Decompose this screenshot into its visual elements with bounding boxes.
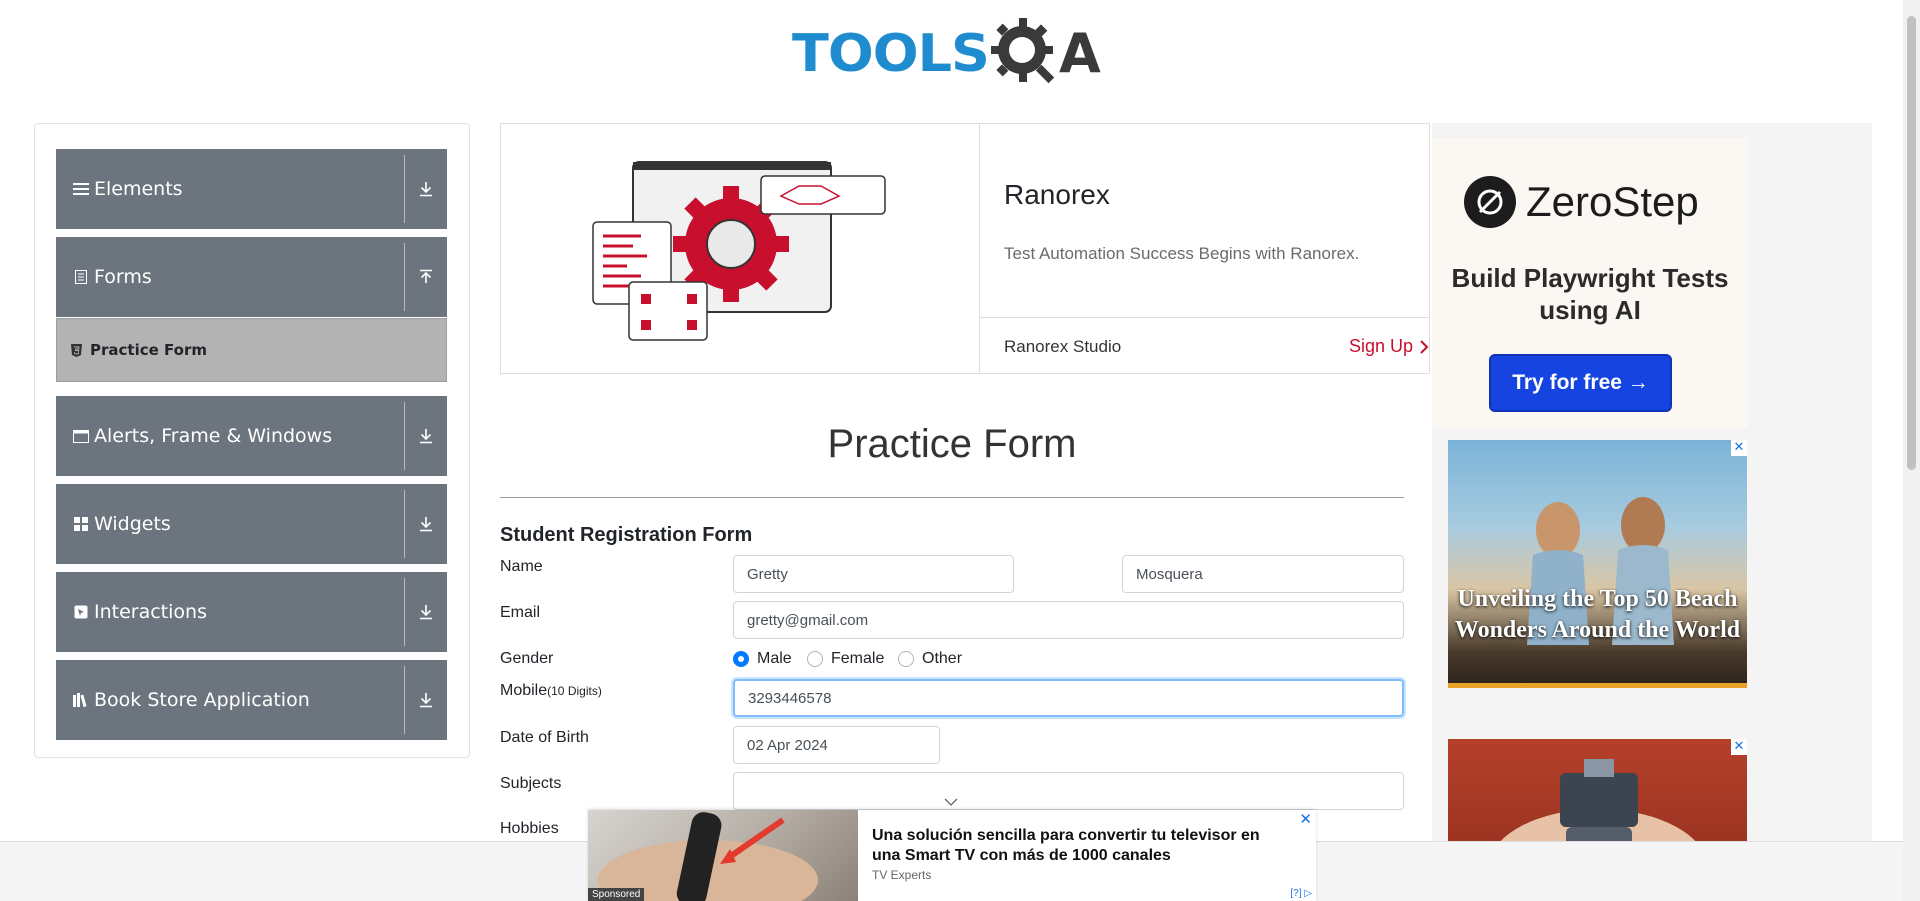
- sidebar-group-alerts[interactable]: Alerts, Frame & Windows: [56, 396, 447, 476]
- sidebar-group-label: Widgets: [94, 513, 171, 535]
- subjects-input[interactable]: [733, 772, 1404, 810]
- download-arrow-icon: [405, 516, 447, 532]
- zerostep-logo-icon: [1464, 176, 1516, 228]
- sponsored-ad[interactable]: Sponsored Una solución sencilla para con…: [588, 810, 1316, 901]
- try-for-free-button[interactable]: Try for free →: [1489, 354, 1672, 412]
- banner-footer: Ranorex Studio Sign Up: [980, 317, 1429, 375]
- logo-a-text: A: [1058, 21, 1101, 85]
- html5-icon: [71, 343, 82, 357]
- sign-up-label: Sign Up: [1348, 336, 1413, 356]
- subjects-label: Subjects: [500, 775, 562, 792]
- page-title: Practice Form: [827, 422, 1077, 466]
- dob-label: Date of Birth: [500, 729, 589, 746]
- ranorex-banner[interactable]: Ranorex Test Automation Success Begins w…: [500, 123, 1430, 374]
- chevron-down-icon[interactable]: [944, 798, 958, 806]
- page-scrollbar[interactable]: [1903, 0, 1920, 901]
- gender-radio-female[interactable]: Female: [807, 650, 884, 668]
- sponsored-headline: Una solución sencilla para convertir tu …: [872, 827, 1260, 864]
- cursor-icon: [72, 605, 90, 619]
- logo-qa-text: A: [989, 14, 1101, 92]
- download-arrow-icon: [405, 604, 447, 620]
- form-subtitle: Student Registration Form: [500, 524, 753, 546]
- close-ad-icon[interactable]: ✕: [1299, 810, 1312, 828]
- ranorex-illustration: [501, 124, 980, 373]
- gender-radio-male[interactable]: Male: [733, 650, 792, 668]
- banner-title: Ranorex: [1004, 179, 1110, 210]
- books-icon: [72, 693, 90, 707]
- email-input[interactable]: gretty@gmail.com: [733, 601, 1404, 639]
- gear-magnifier-icon: [990, 18, 1055, 84]
- sign-up-link[interactable]: Sign Up: [1349, 336, 1429, 357]
- download-arrow-icon: [405, 692, 447, 708]
- sidebar-group-label: Elements: [94, 178, 183, 200]
- sponsored-ad-image: Sponsored: [588, 810, 858, 901]
- ad-info-link[interactable]: [?] ▷: [1290, 888, 1312, 899]
- close-ad-icon[interactable]: ✕: [1731, 739, 1747, 755]
- sidebar-group-forms[interactable]: Forms: [56, 237, 447, 317]
- toolsqa-logo[interactable]: TOOLS A: [792, 14, 1101, 92]
- zerostep-brand: ZeroStep: [1526, 178, 1699, 225]
- radio-button[interactable]: [807, 651, 823, 667]
- last-name-input[interactable]: Mosquera: [1122, 555, 1404, 593]
- date-of-birth-input[interactable]: 02 Apr 2024: [733, 726, 940, 764]
- sidebar-group-label: Book Store Application: [94, 689, 310, 711]
- window-icon: [72, 429, 90, 443]
- gender-label: Gender: [500, 650, 554, 667]
- sidebar: Elements Forms Practice Form Alerts, Fra…: [34, 123, 470, 758]
- first-name-input[interactable]: Gretty: [733, 555, 1014, 593]
- sidebar-group-widgets[interactable]: Widgets: [56, 484, 447, 564]
- radio-label: Female: [831, 650, 885, 667]
- logo-tools-text: TOOLS: [792, 23, 990, 83]
- email-label: Email: [500, 604, 541, 621]
- mobile-input[interactable]: 3293446578: [733, 679, 1404, 717]
- banner-description: Test Automation Success Begins with Rano…: [1004, 244, 1360, 263]
- zerostep-headline: Build Playwright Tests using AI: [1451, 263, 1729, 325]
- sponsored-source: TV Experts: [872, 868, 932, 882]
- hobbies-label: Hobbies: [500, 820, 559, 837]
- sidebar-item-practice-form[interactable]: Practice Form: [56, 318, 447, 382]
- radio-button-checked[interactable]: [733, 651, 749, 667]
- mobile-label: Mobile(10 Digits): [500, 682, 602, 700]
- sidebar-item-label: Practice Form: [90, 341, 207, 359]
- sidebar-group-label: Forms: [94, 266, 152, 288]
- grid-icon: [72, 517, 90, 531]
- radio-label: Male: [757, 650, 792, 667]
- close-ad-icon[interactable]: ✕: [1731, 440, 1747, 456]
- mobile-label-text: Mobile: [500, 682, 548, 699]
- document-icon: [72, 270, 90, 284]
- scrollbar-thumb[interactable]: [1907, 16, 1916, 470]
- download-arrow-icon: [405, 428, 447, 444]
- sidebar-group-elements[interactable]: Elements: [56, 149, 447, 229]
- chevron-right-icon: [1420, 339, 1429, 354]
- radio-button[interactable]: [898, 651, 914, 667]
- sidebar-group-label: Interactions: [94, 601, 207, 623]
- sidebar-group-label: Alerts, Frame & Windows: [94, 425, 333, 447]
- download-arrow-icon: [405, 181, 447, 197]
- divider: [500, 497, 1404, 498]
- banner-footer-label: Ranorex Studio: [1004, 336, 1122, 356]
- radio-label: Other: [922, 650, 963, 667]
- hamburger-icon: [72, 182, 90, 196]
- sidebar-group-book-store[interactable]: Book Store Application: [56, 660, 447, 740]
- gender-radio-other[interactable]: Other: [898, 650, 962, 668]
- name-label: Name: [500, 558, 543, 575]
- beach-ad[interactable]: Unveiling the Top 50 Beach Wonders Aroun…: [1448, 440, 1747, 688]
- beach-ad-headline: Unveiling the Top 50 Beach Wonders Aroun…: [1454, 586, 1741, 643]
- sponsored-tag: Sponsored: [588, 888, 645, 901]
- ad-info-text: [?]: [1290, 888, 1302, 899]
- zerostep-ad[interactable]: ZeroStep Build Playwright Tests using AI…: [1432, 138, 1748, 428]
- mobile-hint: (10 Digits): [547, 684, 602, 698]
- upload-arrow-icon: [405, 269, 447, 285]
- sidebar-group-interactions[interactable]: Interactions: [56, 572, 447, 652]
